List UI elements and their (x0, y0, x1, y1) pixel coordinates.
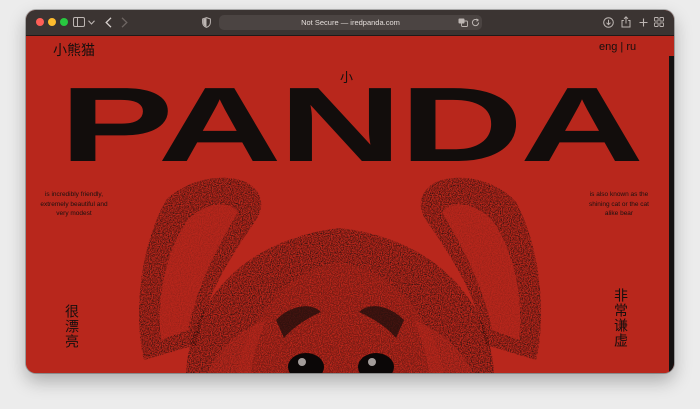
translate-icon[interactable] (458, 15, 468, 29)
share-icon[interactable] (620, 15, 632, 29)
hero-headline: PANDA (59, 66, 644, 184)
vertical-text-right: 非常谦虚 (612, 288, 628, 348)
address-bar[interactable]: Not Secure — iredpanda.com (219, 15, 482, 30)
back-arrow-icon[interactable] (103, 15, 113, 29)
reload-icon[interactable] (470, 15, 480, 29)
red-panda-image (139, 177, 542, 373)
close-window-button[interactable] (36, 18, 44, 26)
chevron-down-icon[interactable] (87, 15, 95, 29)
privacy-shield-icon[interactable] (201, 15, 211, 29)
sidebar-toggle-icon[interactable] (73, 15, 85, 29)
browser-toolbar: Not Secure — iredpanda.com (26, 10, 674, 36)
zoom-window-button[interactable] (60, 18, 68, 26)
vertical-text-left: 很漂亮 (63, 304, 79, 349)
tab-overview-icon[interactable] (654, 15, 664, 29)
site-logo[interactable]: 小熊猫 (53, 40, 95, 60)
web-page: 小熊猫 eng | ru 小 PANDA is incredibly frien… (26, 36, 674, 373)
minimize-window-button[interactable] (48, 18, 56, 26)
language-switch[interactable]: eng | ru (599, 41, 636, 53)
blurb-left: is incredibly friendly, extremely beauti… (40, 191, 108, 217)
blurb-right: is also known as the shining cat or the … (589, 191, 649, 217)
browser-window: Not Secure — iredpanda.com 小熊猫 eng | ru … (26, 10, 674, 373)
url-text: Not Secure — iredpanda.com (301, 18, 400, 27)
forward-arrow-icon[interactable] (119, 15, 129, 29)
new-tab-icon[interactable] (638, 15, 648, 29)
download-icon[interactable] (602, 15, 614, 29)
